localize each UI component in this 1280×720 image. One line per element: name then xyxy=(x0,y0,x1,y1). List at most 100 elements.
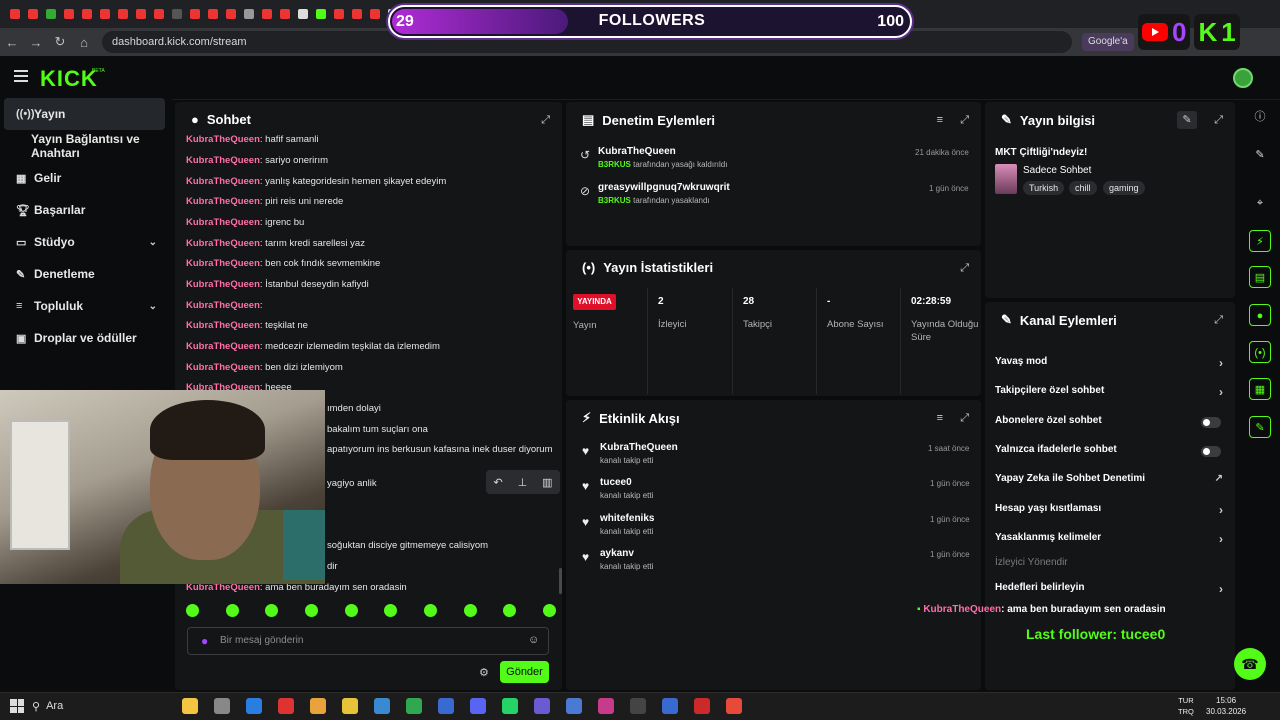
emote-icon[interactable] xyxy=(542,604,556,617)
popout-icon[interactable]: ⤢ xyxy=(960,262,969,275)
sidebar-item-yayin[interactable]: ((•)) Yayın xyxy=(4,98,165,130)
tab-favicon[interactable] xyxy=(226,9,236,19)
taskbar-app-icon[interactable] xyxy=(566,698,582,714)
tab-favicon[interactable] xyxy=(100,9,110,19)
sidebar-item-studyo[interactable]: ▭ Stüdyo ⌄ xyxy=(4,226,165,258)
emote-icon[interactable] xyxy=(225,604,239,617)
chat-scrollbar[interactable] xyxy=(559,568,562,594)
sidebar-item-denetleme[interactable]: ✎ Denetleme xyxy=(4,258,165,290)
tab-favicon[interactable] xyxy=(46,9,56,19)
taskbar-app-icon[interactable] xyxy=(182,698,198,714)
taskbar-app-icon[interactable] xyxy=(630,698,646,714)
sidebar-item-stream-key[interactable]: Yayın Bağlantısı ve Anahtarı xyxy=(4,130,165,162)
reply-icon[interactable]: ↶ xyxy=(493,476,502,489)
send-button[interactable]: Gönder xyxy=(500,661,549,683)
tab-favicon[interactable] xyxy=(280,9,290,19)
filter-icon[interactable]: ≡ xyxy=(937,114,943,126)
taskbar-app-icon[interactable] xyxy=(534,698,550,714)
taskbar-app-icon[interactable] xyxy=(342,698,358,714)
ai-moderation-row[interactable]: Yapay Zeka ile Sohbet Denetimi ↗ xyxy=(995,473,1223,489)
chat-username[interactable]: KubraTheQueen xyxy=(186,196,260,207)
tab-favicon[interactable] xyxy=(10,9,20,19)
emote-icon[interactable] xyxy=(304,604,318,617)
help-button[interactable]: ☎︎ xyxy=(1234,648,1266,680)
layout-icon[interactable]: ▦ xyxy=(1249,378,1271,400)
tab-favicon[interactable] xyxy=(172,9,182,19)
chat-username[interactable]: KubraTheQueen xyxy=(186,134,260,145)
filter-icon[interactable]: ≡ xyxy=(937,412,943,424)
tab-favicon[interactable] xyxy=(208,9,218,19)
chat-username[interactable]: KubraTheQueen xyxy=(186,341,260,352)
tab-favicon[interactable] xyxy=(118,9,128,19)
avatar[interactable] xyxy=(1233,68,1253,88)
emote-icon[interactable] xyxy=(463,604,477,617)
taskbar-app-icon[interactable] xyxy=(214,698,230,714)
tab-favicon[interactable] xyxy=(370,9,380,19)
popout-icon[interactable]: ⤢ xyxy=(1214,114,1223,127)
forward-icon[interactable]: → xyxy=(24,35,48,50)
taskbar-app-icon[interactable] xyxy=(278,698,294,714)
taskbar-app-icon[interactable] xyxy=(598,698,614,714)
chat-username[interactable]: KubraTheQueen xyxy=(186,217,260,228)
wrench-icon[interactable]: ✎ xyxy=(1249,416,1271,438)
account-age-row[interactable]: Hesap yaşı kısıtlaması › xyxy=(995,503,1223,519)
tab-favicon[interactable] xyxy=(334,9,344,19)
back-icon[interactable]: ← xyxy=(0,35,24,50)
subs-only-toggle[interactable] xyxy=(1201,417,1221,428)
gear-icon[interactable]: ⚙ xyxy=(479,666,489,679)
emote-icon[interactable] xyxy=(265,604,279,617)
start-icon[interactable] xyxy=(10,699,24,713)
taskbar-app-icon[interactable] xyxy=(406,698,422,714)
mic-icon[interactable]: ● xyxy=(201,634,208,648)
taskbar-app-icon[interactable] xyxy=(374,698,390,714)
reload-icon[interactable]: ↻ xyxy=(48,34,72,50)
mod-row-name[interactable]: KubraTheQueen xyxy=(598,146,676,157)
tab-favicon[interactable] xyxy=(262,9,272,19)
clock[interactable]: 15:06 30.03.2026 xyxy=(1206,695,1246,717)
stream-category[interactable]: Sadece Sohbet xyxy=(1023,165,1091,176)
chat-username[interactable]: KubraTheQueen xyxy=(186,279,260,290)
popout-icon[interactable]: ⤢ xyxy=(960,412,969,425)
edit-icon[interactable]: ✎ xyxy=(1177,111,1197,129)
mod-row-name[interactable]: greasywillpgnuq7wkruwqrit xyxy=(598,182,730,193)
sidebar-item-droplar[interactable]: ▣ Droplar ve ödüller xyxy=(4,322,165,354)
sidebar-item-gelir[interactable]: ▦ Gelir xyxy=(4,162,165,194)
emote-icon[interactable] xyxy=(344,604,358,617)
sidebar-item-basarilar[interactable]: 🏆︎ Başarılar xyxy=(4,194,165,226)
chat-username[interactable]: KubraTheQueen xyxy=(186,238,260,249)
tab-favicon[interactable] xyxy=(82,9,92,19)
chat-username[interactable]: KubraTheQueen xyxy=(186,258,260,269)
emote-icon[interactable] xyxy=(503,604,517,617)
popout-icon[interactable]: ⤢ xyxy=(541,114,550,127)
trash-icon[interactable]: ▥ xyxy=(542,476,552,489)
popout-icon[interactable]: ⤢ xyxy=(960,114,969,127)
target-icon[interactable]: ⌖ xyxy=(1249,192,1271,214)
pin-icon[interactable]: ⊥ xyxy=(518,476,528,489)
chat-username[interactable]: KubraTheQueen xyxy=(186,320,260,331)
followers-only-row[interactable]: Takipçilere özel sohbet › xyxy=(995,385,1223,401)
chat-username[interactable]: KubraTheQueen xyxy=(186,362,260,373)
chat-username[interactable]: KubraTheQueen xyxy=(186,176,260,187)
tab-favicon[interactable] xyxy=(298,9,308,19)
tab-favicon[interactable] xyxy=(244,9,254,19)
pen-icon[interactable]: ✎ xyxy=(1249,144,1271,166)
taskbar-app-icon[interactable] xyxy=(662,698,678,714)
tab-favicon[interactable] xyxy=(28,9,38,19)
taskbar-app-icon[interactable] xyxy=(694,698,710,714)
menu-icon[interactable] xyxy=(14,70,28,82)
bolt-icon[interactable]: ⚡︎ xyxy=(1249,230,1271,252)
input-language[interactable]: TUR TRQ xyxy=(1178,695,1194,717)
emote-icon[interactable] xyxy=(423,604,437,617)
tab-favicon[interactable] xyxy=(136,9,146,19)
google-lens-chip[interactable]: Google'a xyxy=(1082,33,1134,51)
taskbar-app-icon[interactable] xyxy=(502,698,518,714)
taskbar-app-icon[interactable] xyxy=(246,698,262,714)
banned-words-row[interactable]: Yasaklanmış kelimeler › xyxy=(995,532,1223,548)
tab-favicon[interactable] xyxy=(316,9,326,19)
slow-mode-row[interactable]: Yavaş mod › xyxy=(995,356,1223,372)
chat-icon[interactable]: ● xyxy=(1249,304,1271,326)
taskbar-app-icon[interactable] xyxy=(470,698,486,714)
taskbar-app-icon[interactable] xyxy=(310,698,326,714)
emote-only-toggle[interactable] xyxy=(1201,446,1221,457)
emote-icon[interactable] xyxy=(384,604,398,617)
